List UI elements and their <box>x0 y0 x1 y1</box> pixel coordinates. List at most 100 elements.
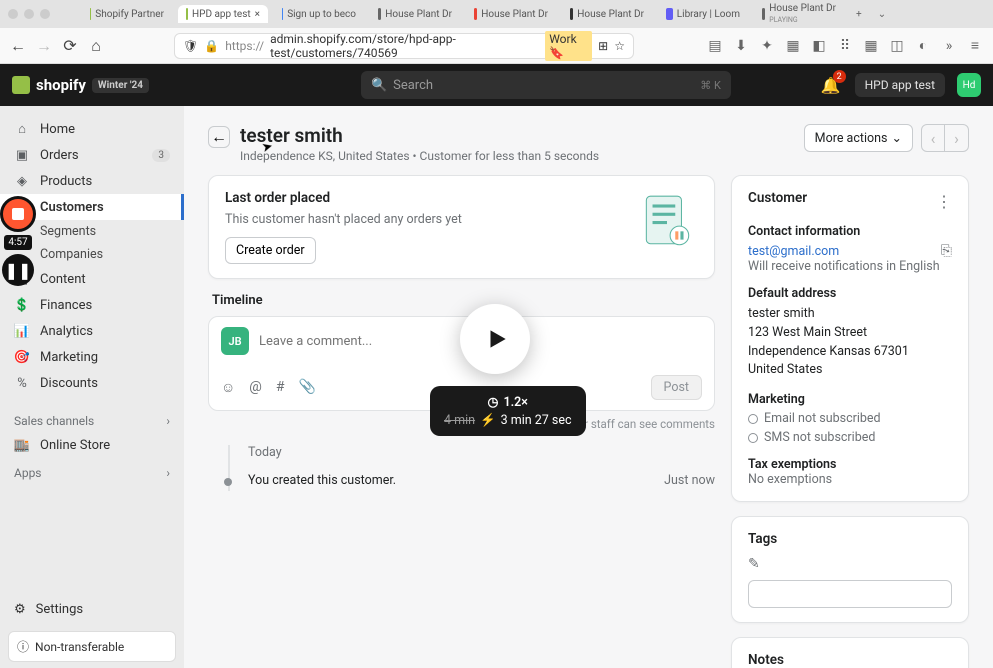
nav-analytics[interactable]: 📊Analytics <box>0 318 184 344</box>
apps-heading[interactable]: Apps› <box>0 458 184 484</box>
create-order-button[interactable]: Create order <box>225 237 316 264</box>
mention-icon[interactable]: @ <box>249 379 262 396</box>
nav-orders[interactable]: ▣Orders3 <box>0 142 184 168</box>
browser-tab-5[interactable]: House Plant Dr <box>562 5 652 23</box>
shopify-topbar: shopify Winter '24 🔍 Search ⌘ K 🔔 2 HPD … <box>0 64 993 106</box>
post-button[interactable]: Post <box>651 375 702 400</box>
nav-settings[interactable]: ⚙Settings <box>0 594 184 625</box>
nav-online-store[interactable]: 🏬Online Store <box>0 432 184 458</box>
notifications-button[interactable]: 🔔 2 <box>819 73 843 97</box>
copy-icon[interactable]: ⎘ <box>941 243 952 259</box>
timeline-event-time: Just now <box>664 473 715 488</box>
overflow-icon[interactable]: » <box>941 38 957 54</box>
nav-marketing[interactable]: 🎯Marketing <box>0 344 184 370</box>
search-shortcut: ⌘ K <box>700 79 721 92</box>
reader-icon[interactable]: ▤ <box>707 38 723 54</box>
browser-tab-2[interactable]: Sign up to beco <box>274 5 364 23</box>
shield-icon: 🛡 <box>183 39 198 53</box>
tab-overflow-icon[interactable]: ⌄ <box>878 9 886 20</box>
traffic-light-green[interactable] <box>40 9 50 19</box>
nav-products[interactable]: ◈Products <box>0 168 184 194</box>
ext-icon-4[interactable]: ⠿ <box>837 38 853 54</box>
marketing-icon: 🎯 <box>14 349 30 365</box>
url-field[interactable]: 🛡 🔒 https://admin.shopify.com/store/hpd-… <box>174 33 634 59</box>
customer-menu-icon[interactable]: ⋮ <box>936 192 952 211</box>
browser-tab-3[interactable]: House Plant Dr <box>370 5 460 23</box>
customer-email[interactable]: test@gmail.com <box>748 244 839 259</box>
account-avatar[interactable]: Hd <box>957 73 981 97</box>
download-icon[interactable]: ⬇ <box>733 38 749 54</box>
timeline-axis: Today You created this customer. Just no… <box>228 445 715 491</box>
timeline-day-label: Today <box>248 445 715 460</box>
global-search[interactable]: 🔍 Search ⌘ K <box>361 71 731 99</box>
page-subtitle: Independence KS, United States • Custome… <box>240 149 599 163</box>
qr-icon[interactable]: ⊞ <box>598 39 608 53</box>
loom-timer: 4:57 <box>4 235 31 250</box>
back-icon[interactable]: ← <box>10 38 26 54</box>
new-tab-button[interactable]: + <box>856 9 862 20</box>
hamburger-icon[interactable]: ≡ <box>967 38 983 54</box>
nav-finances[interactable]: 💲Finances <box>0 292 184 318</box>
browser-tab-1[interactable]: HPD app test× <box>178 5 268 23</box>
browser-tab-6[interactable]: Library | Loom <box>658 5 748 23</box>
tags-input[interactable] <box>748 580 952 608</box>
last-order-heading: Last order placed <box>225 190 462 206</box>
url-text: admin.shopify.com/store/hpd-app-test/cus… <box>270 32 539 60</box>
nav-home[interactable]: ⌂Home <box>0 116 184 142</box>
analytics-icon: 📊 <box>14 323 30 339</box>
forward-icon[interactable]: → <box>36 38 52 54</box>
shopify-logo[interactable]: shopify Winter '24 <box>12 76 149 94</box>
finances-icon: 💲 <box>14 297 30 313</box>
contact-heading: Contact information <box>748 224 952 239</box>
notif-language: Will receive notifications in English <box>748 259 952 274</box>
browser-url-bar: ← → ⟳ ⌂ 🛡 🔒 https://admin.shopify.com/st… <box>0 28 993 64</box>
loom-pause-button[interactable]: ❚❚ <box>2 254 34 286</box>
orders-icon: ▣ <box>14 147 30 163</box>
browser-tab-0[interactable]: Shopify Partner <box>82 5 172 23</box>
back-button[interactable]: ← <box>208 126 230 148</box>
tax-text: No exemptions <box>748 472 952 487</box>
edit-tags-icon[interactable]: ✎ <box>748 556 760 572</box>
orders-count-badge: 3 <box>152 149 170 162</box>
ext-icon-2[interactable]: ▦ <box>785 38 801 54</box>
tags-card: Tags ✎ <box>731 516 969 623</box>
ext-icon-6[interactable]: ◫ <box>889 38 905 54</box>
customer-card: Customer ⋮ Contact information test@gmai… <box>731 175 969 502</box>
reload-icon[interactable]: ⟳ <box>62 38 78 54</box>
attachment-icon[interactable]: 📎 <box>299 379 316 396</box>
nav-discounts[interactable]: %Discounts <box>0 370 184 396</box>
notif-count: 2 <box>833 70 846 83</box>
discounts-icon: % <box>14 375 30 391</box>
ext-icon-1[interactable]: ✦ <box>759 38 775 54</box>
search-placeholder: Search <box>393 78 433 93</box>
emoji-icon[interactable]: ☺ <box>221 379 235 396</box>
ext-icon-7[interactable]: ◐ <box>915 38 931 54</box>
more-actions-button[interactable]: More actions⌄ <box>804 124 913 152</box>
timeline-event: You created this customer. Just now <box>248 470 715 491</box>
bookmark-icon[interactable]: ☆ <box>614 39 625 53</box>
store-switcher[interactable]: HPD app test <box>855 73 945 97</box>
products-icon: ◈ <box>14 173 30 189</box>
next-customer-button[interactable]: › <box>945 124 969 152</box>
container-label: Work 🔖 <box>545 31 592 61</box>
browser-tab-4[interactable]: House Plant Dr <box>466 5 556 23</box>
main-content: ← tester smith Independence KS, United S… <box>184 106 993 668</box>
traffic-light-red[interactable] <box>8 9 18 19</box>
ext-icon-3[interactable]: ◧ <box>811 38 827 54</box>
loom-recording-widget[interactable]: 4:57 ❚❚ <box>0 196 36 286</box>
loom-stop-button[interactable] <box>0 196 36 232</box>
hashtag-icon[interactable]: # <box>276 379 285 396</box>
browser-tab-7[interactable]: House Plant DrPLAYING <box>754 0 844 28</box>
chevron-right-icon: › <box>166 414 170 428</box>
shopify-wordmark: shopify <box>36 76 86 94</box>
close-icon[interactable]: × <box>255 9 260 20</box>
prev-customer-button[interactable]: ‹ <box>921 124 945 152</box>
traffic-light-yellow[interactable] <box>24 9 34 19</box>
video-play-button[interactable] <box>460 304 530 374</box>
playback-speed-tooltip: ◷1.2× 4 min⚡3 min 27 sec <box>430 386 586 436</box>
customer-heading: Customer <box>748 190 807 206</box>
sales-channels-heading[interactable]: Sales channels› <box>0 406 184 432</box>
timeline-event-text: You created this customer. <box>248 473 396 488</box>
ext-icon-5[interactable]: ▦ <box>863 38 879 54</box>
home-icon[interactable]: ⌂ <box>88 38 104 54</box>
